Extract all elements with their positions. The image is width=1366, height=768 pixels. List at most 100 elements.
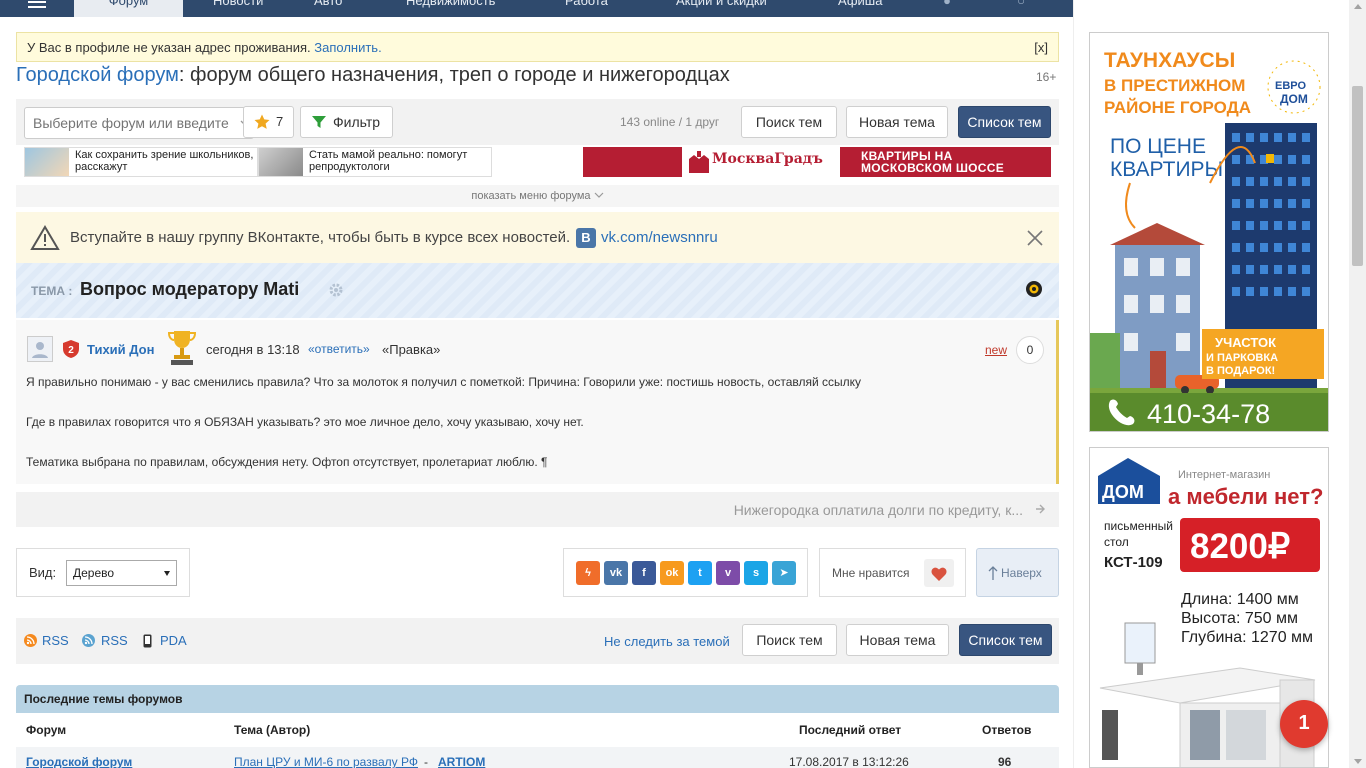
avatar[interactable] xyxy=(27,336,53,362)
promo-image xyxy=(25,148,69,176)
share-telegram-icon[interactable]: ➤ xyxy=(772,561,796,585)
promo-text: Как сохранить зрение школьников, расскаж… xyxy=(75,149,254,173)
share-odnoklassniki-icon[interactable]: ok xyxy=(660,561,684,585)
vk-group-link[interactable]: vk.com/newsnnru xyxy=(601,229,718,246)
new-topic-button-bottom[interactable]: Новая тема xyxy=(846,624,949,656)
topic-list-button[interactable]: Список тем xyxy=(958,106,1051,138)
ad2-length: Длина: 1400 мм xyxy=(1181,591,1299,608)
new-post-link[interactable]: new xyxy=(985,343,1007,357)
table-header-row: Форум Тема (Автор) Последний ответ Ответ… xyxy=(16,717,1059,743)
share-facebook-icon[interactable]: f xyxy=(632,561,656,585)
forum-name-link[interactable]: Городской форум xyxy=(16,64,179,86)
topic-status-icon[interactable] xyxy=(1026,281,1042,297)
view-select[interactable]: Дерево xyxy=(66,560,177,586)
nav-tab-afisha[interactable]: Афиша xyxy=(838,0,882,8)
vk-banner: Вступайте в нашу группу ВКонтакте, чтобы… xyxy=(16,212,1059,263)
row-forum-link[interactable]: Городской форум xyxy=(26,755,132,768)
rss-icon xyxy=(24,634,37,647)
share-vk-icon[interactable]: vk xyxy=(604,561,628,585)
nav-tab-realty[interactable]: Недвижимость xyxy=(406,0,495,8)
post-author-link[interactable]: Тихий Дон xyxy=(87,342,154,357)
view-label: Вид: xyxy=(29,565,57,580)
nav-tab-promos[interactable]: Акции и скидки xyxy=(676,0,767,8)
scroll-up-icon[interactable] xyxy=(1354,4,1362,9)
townhouse-ad[interactable]: ТАУНХАУСЫ В ПРЕСТИЖНОМ РАЙОНЕ ГОРОДА ЕВР… xyxy=(1089,32,1329,432)
scroll-down-icon[interactable] xyxy=(1354,759,1362,764)
vk-icon: В xyxy=(576,228,596,248)
last-topics-header: Последние темы форумов xyxy=(16,685,1059,713)
ad2-item2: стол xyxy=(1104,535,1129,549)
ad2-depth: Глубина: 1270 мм xyxy=(1181,629,1313,646)
promo-link-vision[interactable]: Как сохранить зрение школьников, расскаж… xyxy=(24,147,258,177)
rss-link-2[interactable]: RSS xyxy=(101,633,128,648)
reply-link[interactable]: «ответить» xyxy=(308,342,370,356)
last-topics-table: Последние темы форумов Форум Тема (Автор… xyxy=(16,685,1059,768)
promo-link-mothers[interactable]: Стать мамой реально: помогут репродуктол… xyxy=(258,147,492,177)
ad1-line1: ТАУНХАУСЫ xyxy=(1104,49,1235,72)
ad1-brand1: ЕВРО xyxy=(1275,80,1306,92)
unwatch-topic-link[interactable]: Не следить за темой xyxy=(604,634,730,649)
rss-link-1[interactable]: RSS xyxy=(42,633,69,648)
nav-tab-news[interactable]: Новости xyxy=(213,0,263,8)
ad1-line2: В ПРЕСТИЖНОМ xyxy=(1104,76,1245,95)
clock-icon[interactable]: ○ xyxy=(1012,0,1030,8)
search-topics-button-bottom[interactable]: Поиск тем xyxy=(742,624,837,656)
ad1-gift1: УЧАСТОК xyxy=(1215,335,1276,350)
ad2-height: Высота: 750 мм xyxy=(1181,610,1298,627)
nav-tab-auto[interactable]: Авто xyxy=(314,0,342,8)
gear-icon[interactable] xyxy=(328,282,344,298)
next-arrow-icon xyxy=(1036,504,1045,514)
notice-close-button[interactable]: [x] xyxy=(1034,40,1048,55)
show-forum-menu-toggle[interactable]: показать меню форума xyxy=(16,185,1059,207)
forum-toolbar: 7 Фильтр 143 online / 1 друг Поиск тем Н… xyxy=(16,99,1059,145)
filter-icon xyxy=(312,116,326,128)
topic-footer-bar: RSS RSS PDA Не следить за темой Поиск те… xyxy=(16,618,1059,664)
forum-search-input[interactable] xyxy=(25,108,236,138)
filter-button[interactable]: Фильтр xyxy=(300,106,393,138)
ad1-gift3: В ПОДАРОК! xyxy=(1206,365,1275,377)
table-row: Городской форум План ЦРУ и МИ-6 по разва… xyxy=(16,747,1059,768)
nav-tab-forum[interactable]: Форум xyxy=(74,0,183,17)
ad1-price1: ПО ЦЕНЕ xyxy=(1110,135,1206,158)
post-paragraph: Где в правилах говорится что я ОБЯЗАН ук… xyxy=(26,415,584,429)
townhouse-ad-graphic: ТАУНХАУСЫ В ПРЕСТИЖНОМ РАЙОНЕ ГОРОДА ЕВР… xyxy=(1090,33,1328,431)
user-icon[interactable]: ● xyxy=(938,0,956,8)
post-time: сегодня в 13:18 xyxy=(206,342,300,357)
row-separator: - xyxy=(424,755,428,768)
post-rating-count[interactable]: 0 xyxy=(1016,336,1044,364)
moskvagrad-banner[interactable]: МоскваГрадъ КВАРТИРЫ НА МОСКОВСКОМ ШОССЕ xyxy=(583,147,1051,177)
menu-icon[interactable] xyxy=(28,0,46,10)
promo-image xyxy=(259,148,303,176)
scrollbar-thumb[interactable] xyxy=(1352,86,1363,266)
row-author-link[interactable]: ARTIOM xyxy=(438,755,485,768)
favorites-button[interactable]: 7 xyxy=(243,106,294,138)
topic-header: ТЕМА : Вопрос модератору Mati xyxy=(16,263,1059,318)
row-topic-link[interactable]: План ЦРУ и МИ-6 по развалу РФ xyxy=(234,755,418,768)
top-navigation: Форум Новости Авто Недвижимость Работа А… xyxy=(0,0,1073,17)
share-skype-icon[interactable]: s xyxy=(744,561,768,585)
moskvagrad-logo-text: МоскваГрадъ xyxy=(712,151,823,167)
online-count: 143 online / 1 друг xyxy=(620,115,720,129)
new-topic-button[interactable]: Новая тема xyxy=(846,106,948,138)
nav-tab-jobs[interactable]: Работа xyxy=(565,0,608,8)
forum-title: Городской форум: форум общего назначения… xyxy=(16,64,730,87)
ad1-gift2: И ПАРКОВКА xyxy=(1206,352,1278,364)
pda-link[interactable]: PDA xyxy=(160,633,187,648)
close-icon[interactable] xyxy=(1026,229,1044,247)
search-topics-button[interactable]: Поиск тем xyxy=(741,106,837,138)
fill-profile-link[interactable]: Заполнить. xyxy=(314,40,381,55)
next-topic-bar[interactable]: Нижегородка оплатила долги по кредиту, к… xyxy=(16,492,1059,527)
like-button[interactable] xyxy=(924,559,954,587)
notifications-bell-icon[interactable]: 1 xyxy=(1280,700,1328,748)
forum-select[interactable] xyxy=(24,107,237,139)
share-lightning-icon[interactable]: ϟ xyxy=(576,561,600,585)
share-twitter-icon[interactable]: t xyxy=(688,561,712,585)
scroll-to-top-label: Наверх xyxy=(1001,566,1042,580)
next-topic-link[interactable]: Нижегородка оплатила долги по кредиту, к… xyxy=(734,502,1023,518)
scroll-to-top-button[interactable]: Наверх xyxy=(976,548,1059,597)
topic-list-button-bottom[interactable]: Список тем xyxy=(959,624,1052,656)
age-rating: 16+ xyxy=(1036,70,1057,84)
scrollbar[interactable] xyxy=(1349,0,1366,768)
user-rank-number: 2 xyxy=(68,345,74,356)
share-viber-icon[interactable]: v xyxy=(716,561,740,585)
